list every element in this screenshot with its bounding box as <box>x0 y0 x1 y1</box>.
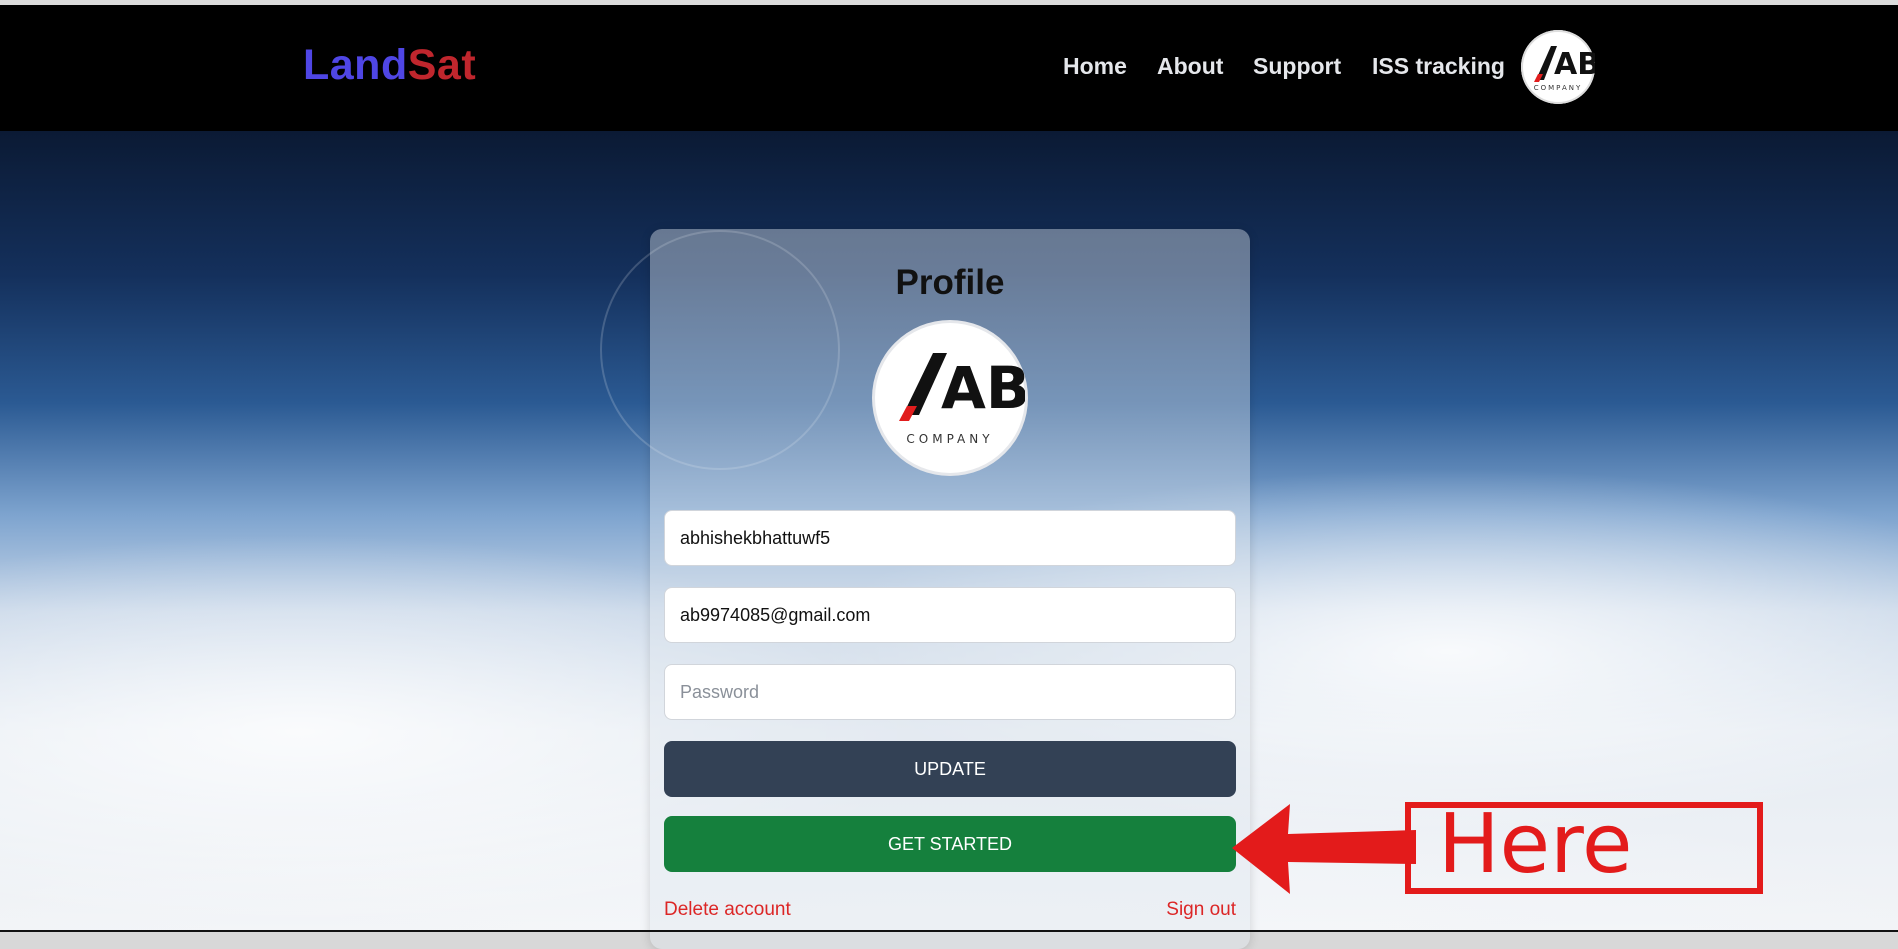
profile-title: Profile <box>895 263 1005 302</box>
annotation-arrow-icon <box>1232 804 1416 894</box>
email-input[interactable] <box>664 587 1236 643</box>
nav-avatar-logo-text: AB <box>1554 47 1595 82</box>
brand-part-land: Land <box>303 41 408 89</box>
annotation-here-text: Here <box>1438 797 1633 892</box>
get-started-button[interactable]: GET STARTED <box>664 816 1236 872</box>
nav-link-iss-tracking[interactable]: ISS tracking <box>1372 53 1505 80</box>
sign-out-link[interactable]: Sign out <box>1166 899 1236 921</box>
username-input[interactable] <box>664 510 1236 566</box>
profile-avatar-sub-text: COMPANY <box>906 432 993 446</box>
nav-link-support[interactable]: Support <box>1253 53 1341 80</box>
nav-link-home[interactable]: Home <box>1063 53 1127 80</box>
profile-card: Profile AB COMPANY UPDATE GET STARTED De… <box>650 229 1250 949</box>
brand-logo[interactable]: LandSat <box>303 41 476 90</box>
update-button[interactable]: UPDATE <box>664 741 1236 797</box>
password-input[interactable] <box>664 664 1236 720</box>
navbar: LandSat Home About Support ISS tracking … <box>0 5 1898 131</box>
nav-profile-avatar[interactable]: AB COMPANY <box>1521 30 1600 104</box>
ab-company-logo-icon: AB COMPANY <box>1534 46 1600 92</box>
delete-account-link[interactable]: Delete account <box>664 899 791 921</box>
ab-company-logo-icon: AB COMPANY <box>899 353 1030 446</box>
brand-part-sat: Sat <box>407 41 477 89</box>
profile-avatar-logo-text: AB <box>941 354 1025 422</box>
profile-avatar[interactable]: AB COMPANY <box>875 323 1030 473</box>
nav-link-about[interactable]: About <box>1157 53 1223 80</box>
nav-avatar-sub-text: COMPANY <box>1534 84 1583 92</box>
